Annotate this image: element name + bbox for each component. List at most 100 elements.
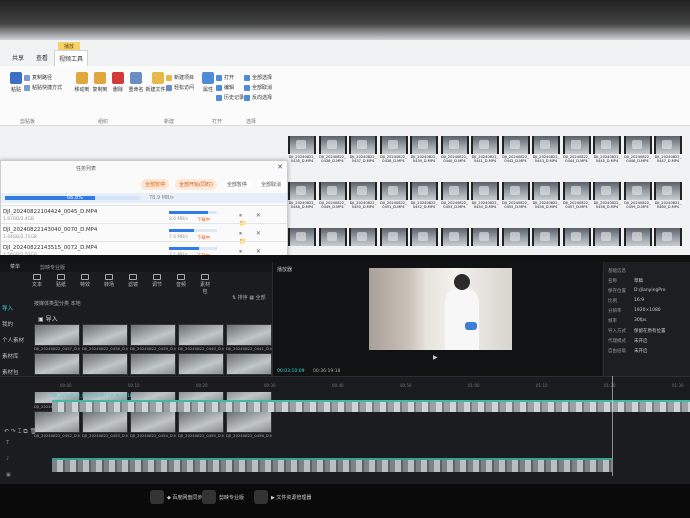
file-thumbnail[interactable]: DJI_20240822_0439_D.MP4: [410, 136, 438, 163]
taskbar-app[interactable]: 剪映专业版: [202, 490, 244, 504]
file-thumbnail[interactable]: DJI_20240822_0451_D.MP4: [379, 182, 408, 209]
file-thumbnail[interactable]: DJI_20240822_0452_D.MP4: [410, 182, 438, 209]
file-thumbnail[interactable]: [593, 228, 621, 247]
file-thumbnail[interactable]: DJI_20240822_0453_D.MP4: [440, 182, 469, 209]
media-clip[interactable]: DJI_20240822_0437_D.MP4: [34, 324, 80, 351]
file-thumbnail[interactable]: DJI_20240822_0435_D.MP4: [288, 136, 316, 163]
dialog-toolbar-button[interactable]: 全部暂停: [222, 179, 251, 190]
media-filter-label[interactable]: 按媒体类型分类 本地: [34, 300, 81, 307]
file-thumbnail[interactable]: DJI_20240822_0457_D.MP4: [562, 182, 591, 209]
sidebar-item[interactable]: 我的: [0, 316, 30, 332]
media-tab[interactable]: 特效: [78, 274, 92, 295]
file-thumbnail[interactable]: [654, 228, 682, 247]
easy-access-button[interactable]: 轻松访问: [166, 84, 194, 91]
file-thumbnail[interactable]: DJI_20240822_0455_D.MP4: [501, 182, 530, 209]
file-thumbnail[interactable]: DJI_20240822_0437_D.MP4: [349, 136, 377, 163]
dialog-toolbar-button[interactable]: 全部取消: [256, 179, 285, 190]
file-thumbnail[interactable]: DJI_20240822_0460_D.MP4: [654, 182, 682, 209]
file-thumbnail[interactable]: [440, 228, 469, 247]
file-thumbnail[interactable]: DJI_20240822_0445_D.MP4: [593, 136, 621, 163]
media-tab[interactable]: 素材包: [198, 274, 212, 295]
timeline-toolbar[interactable]: ↶ ↷ ⌶ ⧉ 🗑: [4, 428, 37, 436]
select-all-button[interactable]: 全部选择: [244, 74, 272, 81]
media-clip[interactable]: DJI_20240822_0438_D.MP4: [82, 324, 128, 351]
file-thumbnail[interactable]: DJI_20240822_0440_D.MP4: [440, 136, 469, 163]
edit-button[interactable]: 编辑: [216, 84, 234, 91]
file-thumbnail[interactable]: DJI_20240822_0456_D.MP4: [532, 182, 560, 209]
dialog-toolbar-button[interactable]: 全部开始(同时): [175, 179, 217, 190]
download-row[interactable]: DJI_20240822143515_0072_D.MP4 1.56GB/2.53…: [1, 241, 287, 255]
media-clip[interactable]: DJI_20240822_0453_D.MP4: [82, 411, 128, 438]
media-clip[interactable]: DJI_20240822_0452_D.MP4: [34, 411, 80, 438]
media-clip[interactable]: DJI_20240822_0454_D.MP4: [130, 411, 176, 438]
track-lane-icon[interactable]: ♪: [0, 456, 52, 470]
secondary-video-track[interactable]: [52, 458, 612, 472]
property-key: 自由层级: [608, 349, 626, 354]
file-thumbnail[interactable]: [288, 228, 316, 247]
media-tab[interactable]: 贴纸: [54, 274, 68, 295]
media-tab[interactable]: 音频: [174, 274, 188, 295]
copy-path-button[interactable]: 复制路径: [24, 74, 52, 81]
history-button[interactable]: 历史记录: [216, 94, 244, 101]
file-thumbnail[interactable]: DJI_20240822_0441_D.MP4: [471, 136, 499, 163]
taskbar-app[interactable]: ▶ 文件资源管理器: [254, 490, 311, 504]
tab-video-tools[interactable]: 视频工具: [54, 50, 89, 66]
file-thumbnail[interactable]: DJI_20240822_0448_D.MP4: [288, 182, 316, 209]
media-clip[interactable]: DJI_20240822_0439_D.MP4: [130, 324, 176, 351]
file-thumbnail[interactable]: DJI_20240822_0438_D.MP4: [379, 136, 408, 163]
file-thumbnail[interactable]: [501, 228, 530, 247]
close-icon[interactable]: ✕: [277, 163, 283, 171]
file-thumbnail[interactable]: DJI_20240822_0449_D.MP4: [318, 182, 347, 209]
file-thumbnail[interactable]: [410, 228, 438, 247]
file-thumbnail[interactable]: [562, 228, 591, 247]
media-clip[interactable]: DJI_20240822_0456_D.MP4: [226, 411, 272, 438]
import-button[interactable]: ▣ 导入: [38, 314, 58, 323]
file-thumbnail[interactable]: DJI_20240822_0442_D.MP4: [501, 136, 530, 163]
sidebar-item[interactable]: 素材库: [0, 348, 30, 364]
paste-shortcut-button[interactable]: 粘贴快捷方式: [24, 84, 62, 91]
editor-menu-button[interactable]: 菜单: [10, 263, 20, 270]
file-thumbnail[interactable]: [623, 228, 652, 247]
timeline-playhead[interactable]: [612, 376, 613, 476]
track-lane-icon[interactable]: T: [0, 440, 52, 454]
file-thumbnail[interactable]: DJI_20240822_0447_D.MP4: [654, 136, 682, 163]
file-thumbnail[interactable]: DJI_20240822_0443_D.MP4: [532, 136, 560, 163]
sidebar-item[interactable]: 个人素材: [0, 332, 30, 348]
file-thumbnail[interactable]: DJI_20240822_0458_D.MP4: [593, 182, 621, 209]
file-thumbnail[interactable]: DJI_20240822_0454_D.MP4: [471, 182, 499, 209]
file-thumbnail[interactable]: DJI_20240822_0444_D.MP4: [562, 136, 591, 163]
select-none-button[interactable]: 全部取消: [244, 84, 272, 91]
media-clip[interactable]: DJI_20240822_0441_D.MP4: [226, 324, 272, 351]
media-clip[interactable]: DJI_20240822_0455_D.MP4: [178, 411, 224, 438]
new-item-button[interactable]: 新建项目: [166, 74, 194, 81]
edit-label: 编辑: [224, 85, 235, 91]
media-sort-tools[interactable]: ⇅ 排序 ▦ 全部: [232, 294, 266, 301]
open-button[interactable]: 打开: [216, 74, 234, 81]
timeline-ruler[interactable]: 00:00 00:10 00:20 00:30 00:40 00:50 01:00 01:10…: [0, 376, 690, 392]
file-thumbnail[interactable]: [318, 228, 347, 247]
media-clip[interactable]: DJI_20240822_0440_D.MP4: [178, 324, 224, 351]
download-size: 1.56GB/2.53GB: [3, 253, 37, 255]
tab-share[interactable]: 共享: [8, 50, 28, 65]
dialog-toolbar-button[interactable]: 全部暂停: [141, 179, 170, 190]
download-row[interactable]: DJI_20240822143040_0070_D.MP4 1.44GB/2.71…: [1, 223, 287, 245]
play-button[interactable]: ▶: [433, 354, 438, 361]
tab-view[interactable]: 查看: [32, 50, 52, 65]
media-tab[interactable]: 文本: [30, 274, 44, 295]
media-tab[interactable]: 滤镜: [126, 274, 140, 295]
file-thumbnail[interactable]: [349, 228, 377, 247]
media-tab[interactable]: 调节: [150, 274, 164, 295]
row-action-icons[interactable]: ⏸ ✕ 📁: [239, 248, 287, 255]
file-thumbnail[interactable]: DJI_20240822_0459_D.MP4: [623, 182, 652, 209]
file-thumbnail[interactable]: [379, 228, 408, 247]
file-thumbnail[interactable]: [532, 228, 560, 247]
file-thumbnail[interactable]: [471, 228, 499, 247]
file-thumbnail[interactable]: DJI_20240822_0446_D.MP4: [623, 136, 652, 163]
file-thumbnail[interactable]: DJI_20240822_0450_D.MP4: [349, 182, 377, 209]
invert-selection-button[interactable]: 反向选择: [244, 94, 272, 101]
download-row[interactable]: DJI_20240822104424_0045_D.MP4 1.97GB/2.4G…: [1, 205, 287, 227]
sidebar-item[interactable]: 导入: [0, 300, 30, 316]
media-tab[interactable]: 转场: [102, 274, 116, 295]
main-video-track[interactable]: [52, 400, 690, 412]
file-thumbnail[interactable]: DJI_20240822_0436_D.MP4: [318, 136, 347, 163]
